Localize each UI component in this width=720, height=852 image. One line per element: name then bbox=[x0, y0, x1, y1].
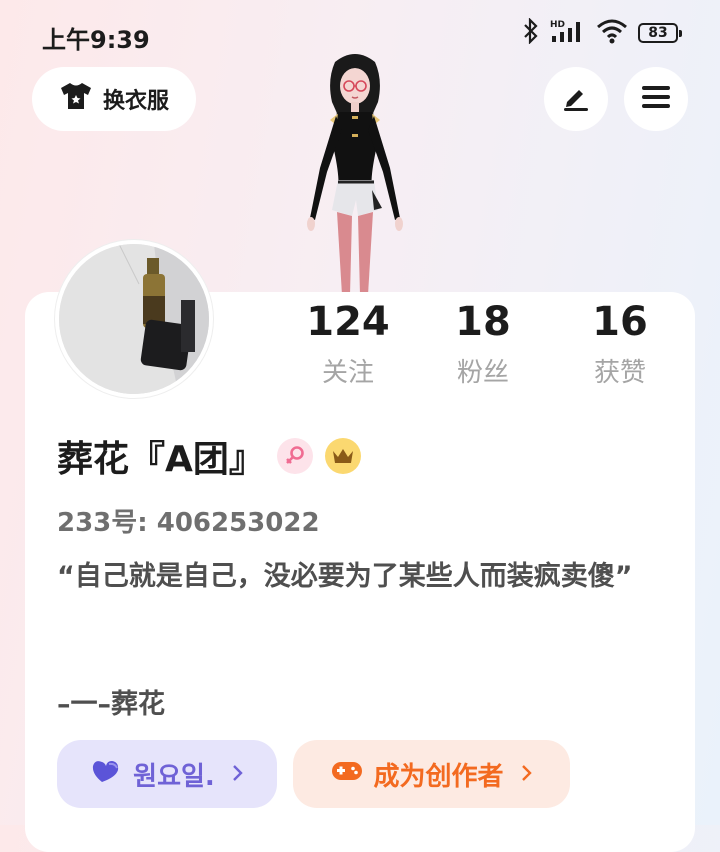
menu-button[interactable] bbox=[624, 67, 688, 131]
profile-avatar[interactable] bbox=[55, 240, 213, 398]
crown-icon[interactable] bbox=[324, 438, 361, 474]
bio-text: “自己就是自己，没必要为了某些人而装疯卖傻” bbox=[57, 561, 633, 592]
likes-label: 获赞 bbox=[593, 358, 646, 388]
battery-icon: 83 bbox=[638, 23, 682, 43]
followers-label: 粉丝 bbox=[456, 358, 509, 388]
character-avatar[interactable] bbox=[290, 50, 420, 295]
status-icons: HD 83 bbox=[522, 17, 682, 48]
gamepad-icon bbox=[331, 758, 363, 791]
bluetooth-icon bbox=[522, 17, 540, 48]
wifi-icon bbox=[596, 18, 628, 48]
svg-text:HD: HD bbox=[550, 20, 565, 30]
change-outfit-button[interactable]: 换衣服 bbox=[32, 67, 196, 131]
username: 葬花『A团』 bbox=[57, 439, 265, 480]
become-creator-button[interactable]: 成为创作者 bbox=[293, 740, 570, 808]
menu-icon bbox=[641, 84, 671, 114]
heart-icon bbox=[91, 758, 123, 791]
followers-count: 18 bbox=[455, 299, 511, 345]
avatar-image bbox=[59, 244, 209, 394]
following-label: 关注 bbox=[321, 358, 374, 388]
bio-signature: –一–葬花 bbox=[57, 689, 165, 720]
group-button[interactable]: 원요일. bbox=[57, 740, 277, 808]
battery-level: 83 bbox=[648, 25, 668, 41]
change-outfit-label: 换衣服 bbox=[102, 89, 169, 114]
shirt-icon bbox=[59, 81, 93, 117]
status-time: 上午9:39 bbox=[42, 26, 150, 54]
username-row: 葬花『A团』 bbox=[57, 430, 361, 482]
edit-icon bbox=[561, 82, 591, 116]
signal-icon: HD bbox=[550, 18, 586, 48]
female-icon bbox=[276, 438, 313, 474]
edit-profile-button[interactable] bbox=[544, 67, 608, 131]
user-id: 233号: 406253022 bbox=[57, 508, 320, 538]
become-creator-label: 成为创作者 bbox=[373, 761, 504, 792]
stat-followers[interactable]: 18 粉丝 bbox=[423, 298, 543, 389]
likes-count: 16 bbox=[592, 299, 648, 345]
stat-likes[interactable]: 16 获赞 bbox=[560, 298, 680, 389]
group-label: 원요일. bbox=[133, 761, 215, 792]
stat-following[interactable]: 124 关注 bbox=[288, 298, 408, 389]
chevron-right-icon bbox=[520, 760, 532, 788]
chevron-right-icon bbox=[231, 760, 243, 788]
following-count: 124 bbox=[306, 299, 390, 345]
